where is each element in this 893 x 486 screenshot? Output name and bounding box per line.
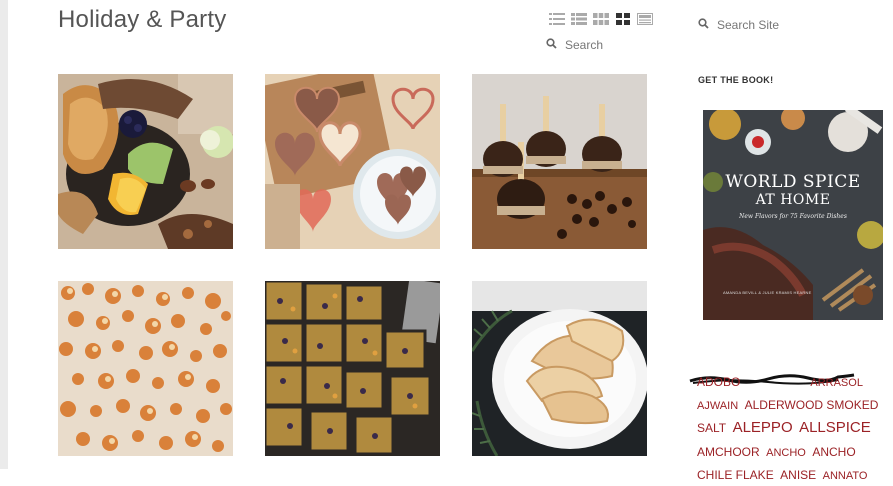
left-edge-bar <box>0 0 8 469</box>
tag-link[interactable]: ANISE <box>780 468 816 482</box>
small-grid-view-icon[interactable] <box>593 13 609 25</box>
book-cover-link[interactable]: WORLD SPICE AT HOME New Flavors for 75 F… <box>703 110 883 320</box>
book-subtitle: New Flavors for 75 Favorite Dishes <box>739 213 847 220</box>
book-heading: GET THE BOOK! <box>698 75 774 85</box>
search-icon <box>546 38 557 52</box>
site-search-input[interactable]: Search Site <box>717 18 779 32</box>
recipe-fruit-bars[interactable] <box>265 281 440 456</box>
tag-link[interactable]: AJWAIN <box>697 400 738 412</box>
recipe-hand-pies[interactable] <box>472 281 647 456</box>
recipe-cheese-board[interactable] <box>58 74 233 249</box>
list-view-icon[interactable] <box>549 13 565 25</box>
tag-link[interactable]: ALLSPICE <box>799 419 871 436</box>
book-title-line1: WORLD SPICE <box>725 172 861 192</box>
large-grid-view-icon[interactable] <box>615 13 631 25</box>
book-authors: AMANDA BEVILL & JULIE KRAMIS HEARNE <box>723 290 812 295</box>
tag-link[interactable]: ADOBO <box>697 375 740 389</box>
tag-link[interactable] <box>747 377 804 389</box>
tag-link[interactable]: AMCHOOR <box>697 445 760 459</box>
recipe-chocolate-pops[interactable] <box>472 74 647 249</box>
grid-search[interactable]: Search <box>546 38 603 52</box>
tag-link[interactable]: ARRASOL <box>810 377 863 389</box>
tag-link[interactable]: ANCHO <box>766 447 806 459</box>
book-title-line2: AT HOME <box>755 192 831 208</box>
card-view-icon[interactable] <box>637 13 653 25</box>
site-search[interactable]: Search Site <box>698 18 779 32</box>
grid-search-label: Search <box>565 38 604 52</box>
tag-link[interactable]: ANNATO <box>823 470 868 482</box>
tag-link[interactable]: ALEPPO <box>733 419 793 436</box>
page-title: Holiday & Party <box>58 6 227 33</box>
search-icon <box>698 18 709 32</box>
recipe-spiced-popcorn[interactable] <box>58 281 233 456</box>
compact-list-view-icon[interactable] <box>571 13 587 25</box>
recipe-heart-cookies[interactable] <box>265 74 440 249</box>
view-mode-switcher <box>549 13 653 25</box>
